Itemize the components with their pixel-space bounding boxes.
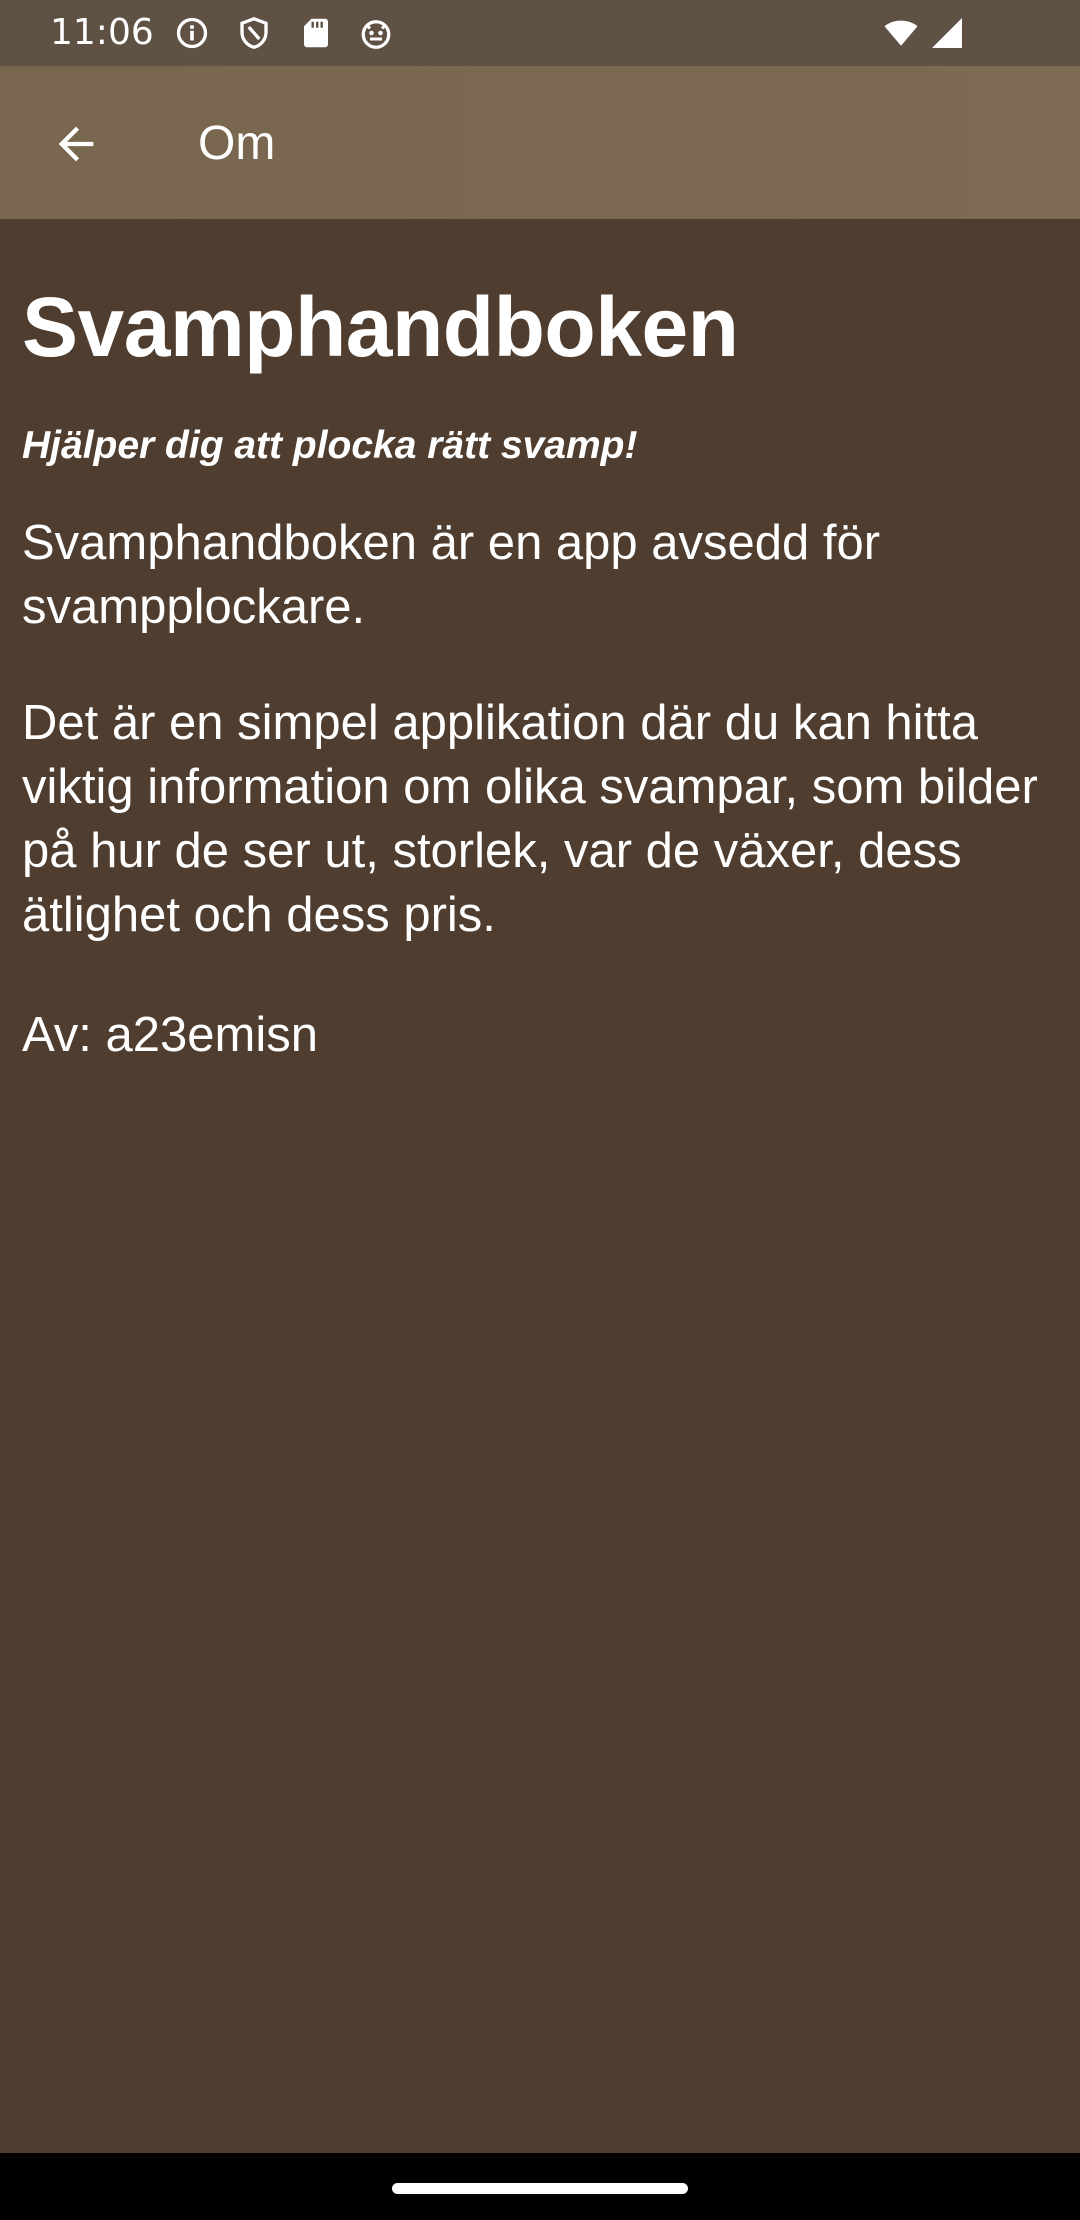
shield-icon <box>236 15 272 51</box>
status-bar: 11:06 <box>0 0 1080 66</box>
status-time: 11:06 <box>50 12 154 53</box>
wifi-icon <box>880 15 922 51</box>
info-icon <box>174 15 210 51</box>
app-bar-title: Om <box>198 117 276 170</box>
description-paragraph-2: Det är en simpel applikation där du kan … <box>22 696 1038 942</box>
navigation-bar <box>0 2153 1080 2220</box>
signal-icon <box>928 15 966 51</box>
about-content: Svamphandboken Hjälper dig att plocka rä… <box>22 219 1058 1067</box>
home-gesture-handle[interactable] <box>392 2183 688 2194</box>
description-paragraph-1: Svamphandboken är en app avsedd för svam… <box>22 516 881 634</box>
page-title: Svamphandboken <box>22 280 739 374</box>
author-credit: Av: a23emisn <box>22 1008 318 1062</box>
tagline: Hjälper dig att plocka rätt svamp! <box>22 424 638 467</box>
about-screen: 11:06 Om Svamphandboken Hjälper dig att … <box>0 0 1080 2220</box>
android-debug-icon <box>358 15 394 51</box>
sd-card-icon <box>298 15 334 51</box>
arrow-left-icon <box>58 126 94 162</box>
app-bar: Om <box>0 66 1080 219</box>
back-button[interactable] <box>38 106 114 182</box>
